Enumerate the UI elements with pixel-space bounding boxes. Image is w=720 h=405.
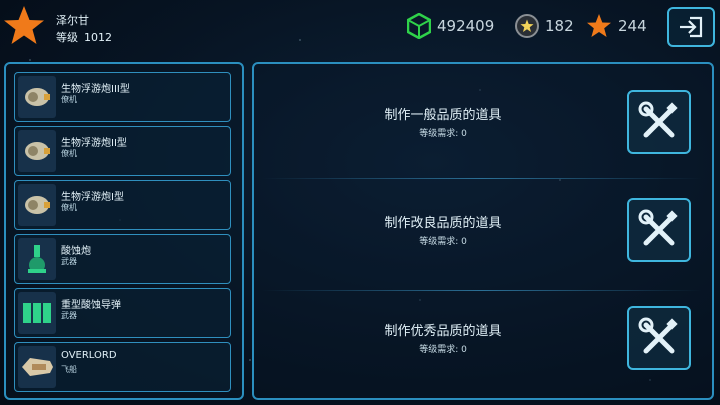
star-resource: 244 — [586, 12, 647, 40]
cube-resource: 492409 — [407, 12, 494, 40]
ship-icon — [18, 346, 56, 388]
craft-button[interactable] — [627, 306, 691, 370]
top-bar: 泽尔甘 等级 1012 492409 182 244 — [0, 0, 720, 52]
level-label: 等级 — [56, 31, 78, 44]
acid-cannon-icon — [18, 238, 56, 280]
list-item[interactable]: 生物浮游炮I型 僚机 — [14, 180, 231, 230]
item-name: 酸蚀炮 — [61, 246, 91, 257]
item-type: 武器 — [61, 257, 77, 266]
item-type: 武器 — [61, 311, 77, 320]
player-name: 泽尔甘 — [56, 14, 89, 27]
list-item[interactable]: 重型酸蚀导弹 武器 — [14, 288, 231, 338]
craft-requirement: 等级需求: 0 — [419, 129, 467, 139]
exit-icon — [680, 16, 703, 38]
craft-row: 制作优秀品质的道具 等级需求: 0 — [258, 278, 708, 386]
rank-star-icon — [4, 6, 44, 44]
list-item[interactable]: 酸蚀炮 武器 — [14, 234, 231, 284]
bio-drone-icon — [18, 184, 56, 226]
wrench-screwdriver-icon — [638, 101, 678, 138]
bio-drone-icon — [18, 130, 56, 172]
player-level: 等级 1012 — [56, 29, 118, 45]
craft-row: 制作一般品质的道具 等级需求: 0 — [258, 62, 708, 170]
item-name: 重型酸蚀导弹 — [61, 300, 121, 311]
star-count: 244 — [618, 17, 647, 35]
craft-button[interactable] — [627, 90, 691, 154]
star-icon — [587, 14, 611, 37]
coin-resource: 182 — [515, 12, 574, 40]
item-name: 生物浮游炮III型 — [61, 84, 130, 95]
list-item[interactable]: 生物浮游炮II型 僚机 — [14, 126, 231, 176]
item-type: 僚机 — [61, 149, 77, 158]
item-name: OVERLORD — [61, 350, 117, 361]
craft-requirement: 等级需求: 0 — [419, 345, 467, 355]
bio-drone-icon — [18, 76, 56, 118]
acid-missile-icon — [18, 292, 56, 334]
craft-button[interactable] — [627, 198, 691, 262]
coin-icon — [515, 14, 539, 38]
cube-icon — [407, 13, 431, 39]
item-name: 生物浮游炮II型 — [61, 138, 127, 149]
exit-button[interactable] — [667, 7, 715, 47]
wrench-screwdriver-icon — [638, 317, 678, 354]
craft-row: 制作改良品质的道具 等级需求: 0 — [258, 170, 708, 278]
item-type: 僚机 — [61, 95, 77, 104]
list-item[interactable]: 生物浮游炮III型 僚机 — [14, 72, 231, 122]
craft-title: 制作优秀品质的道具 — [384, 324, 502, 339]
craft-title: 制作改良品质的道具 — [384, 216, 502, 231]
item-name: 生物浮游炮I型 — [61, 192, 124, 203]
list-item[interactable]: OVERLORD 飞船 — [14, 342, 231, 392]
craft-title: 制作一般品质的道具 — [384, 108, 502, 123]
item-type: 僚机 — [61, 203, 77, 212]
level-value: 1012 — [84, 31, 112, 44]
coin-count: 182 — [545, 17, 574, 35]
item-type: 飞船 — [61, 365, 77, 374]
wrench-screwdriver-icon — [638, 209, 678, 246]
cube-count: 492409 — [437, 17, 495, 35]
craft-requirement: 等级需求: 0 — [419, 237, 467, 247]
